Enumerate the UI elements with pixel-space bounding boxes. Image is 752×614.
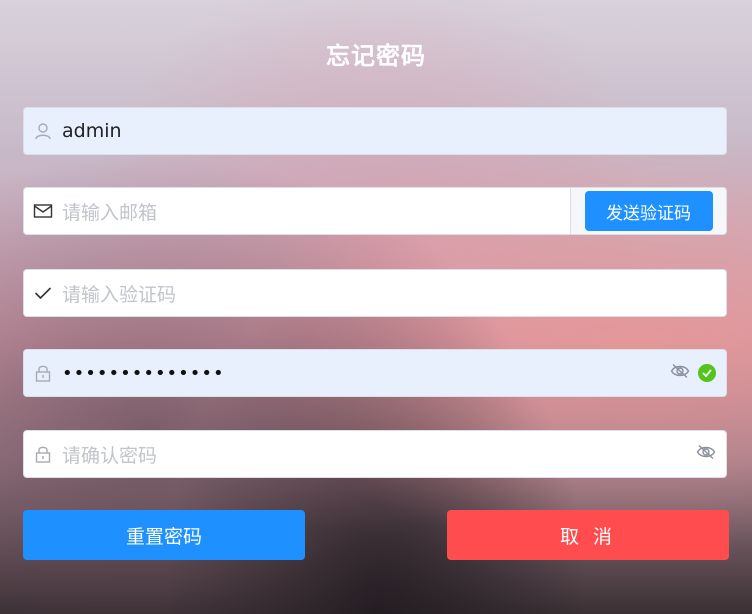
verification-code-input[interactable]: 请输入验证码: [62, 280, 726, 307]
password-field[interactable]: ••••••••••••••: [23, 349, 727, 397]
email-input[interactable]: 请输入邮箱: [62, 198, 570, 225]
password-suffix: [670, 363, 726, 383]
forgot-password-form: 忘记密码 admin 请输入邮箱 发送验证码 请输入验证码 ••••••••••…: [0, 0, 752, 614]
check-icon: [24, 269, 62, 317]
confirm-password-input[interactable]: 请确认密码: [62, 441, 696, 468]
eye-off-icon[interactable]: [670, 363, 690, 383]
user-icon: [24, 107, 62, 155]
send-code-button[interactable]: 发送验证码: [584, 191, 713, 231]
lock-icon: [24, 430, 62, 478]
lock-icon: [24, 349, 62, 397]
verification-code-field[interactable]: 请输入验证码: [23, 269, 727, 317]
username-field[interactable]: admin: [23, 107, 727, 155]
eye-off-icon[interactable]: [696, 444, 716, 464]
success-check-icon: [698, 364, 716, 382]
password-input[interactable]: ••••••••••••••: [62, 363, 670, 384]
email-field[interactable]: 请输入邮箱 发送验证码: [23, 187, 727, 235]
mail-icon: [24, 187, 62, 235]
confirm-password-suffix: [696, 444, 726, 464]
email-append: 发送验证码: [570, 188, 726, 234]
cancel-button[interactable]: 取 消: [447, 510, 729, 560]
confirm-password-field[interactable]: 请确认密码: [23, 430, 727, 478]
username-value[interactable]: admin: [62, 120, 726, 142]
reset-password-button[interactable]: 重置密码: [23, 510, 305, 560]
form-title: 忘记密码: [326, 42, 426, 70]
